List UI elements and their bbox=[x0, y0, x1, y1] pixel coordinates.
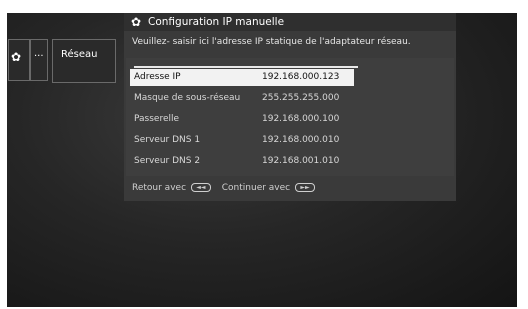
gear-settings-icon: ✿ bbox=[131, 15, 142, 29]
row-dns-1[interactable]: Serveur DNS 1 192.168.000.010 bbox=[130, 132, 354, 149]
network-label: Réseau bbox=[61, 49, 98, 60]
network-menu-tab[interactable]: Réseau bbox=[52, 39, 116, 83]
continue-hint-label: Continuer avec bbox=[221, 183, 291, 193]
selection-indicator bbox=[134, 66, 358, 68]
back-hint-label: Retour avec bbox=[132, 183, 187, 193]
manual-ip-dialog: ✿ Configuration IP manuelle Veuillez- sa… bbox=[124, 13, 456, 201]
row-label: Masque de sous-réseau bbox=[134, 93, 241, 103]
row-value[interactable]: 192.168.000.100 bbox=[262, 114, 339, 124]
dialog-description: Veuillez- saisir ici l'adresse IP statiq… bbox=[132, 37, 411, 47]
gear-icon: ✿ bbox=[11, 50, 22, 64]
row-dns-2[interactable]: Serveur DNS 2 192.168.001.010 bbox=[130, 153, 354, 170]
row-label: Serveur DNS 1 bbox=[134, 135, 201, 145]
row-value[interactable]: 255.255.255.000 bbox=[262, 93, 339, 103]
more-label: ... bbox=[34, 48, 44, 59]
row-label: Adresse IP bbox=[134, 72, 181, 82]
row-label: Passerelle bbox=[134, 114, 180, 124]
forward-button-icon[interactable]: ►► bbox=[295, 183, 315, 192]
row-value[interactable]: 192.168.001.010 bbox=[262, 156, 339, 166]
row-value[interactable]: 192.168.000.010 bbox=[262, 135, 339, 145]
row-gateway[interactable]: Passerelle 192.168.000.100 bbox=[130, 111, 354, 128]
row-label: Serveur DNS 2 bbox=[134, 156, 201, 166]
dialog-title: Configuration IP manuelle bbox=[148, 16, 285, 28]
row-subnet-mask[interactable]: Masque de sous-réseau 255.255.255.000 bbox=[130, 90, 354, 107]
more-menu-tab[interactable]: ... bbox=[30, 39, 48, 81]
settings-menu-tab[interactable]: ✿ bbox=[8, 39, 30, 81]
tv-screen: ✿ ... Réseau ✿ Configuration IP manuelle… bbox=[7, 13, 517, 307]
dialog-footer: Retour avec ◄◄ Continuer avec ►► bbox=[132, 183, 323, 193]
ip-settings-list: Adresse IP 192.168.000.123 Masque de sou… bbox=[126, 58, 454, 176]
rewind-button-icon[interactable]: ◄◄ bbox=[190, 183, 211, 192]
row-ip-address[interactable]: Adresse IP 192.168.000.123 bbox=[130, 66, 358, 86]
row-value[interactable]: 192.168.000.123 bbox=[262, 72, 339, 82]
dialog-title-bar: ✿ Configuration IP manuelle bbox=[124, 13, 456, 31]
